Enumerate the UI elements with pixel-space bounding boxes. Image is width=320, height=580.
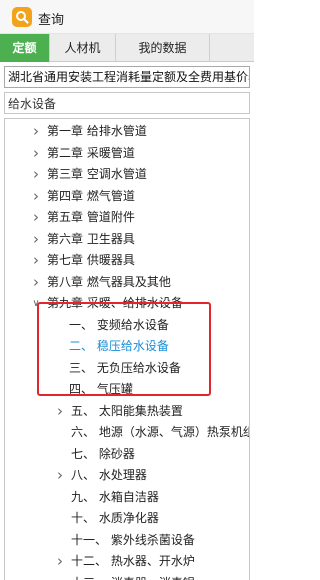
tree-node-label: 六、 地源（水源、气源）热泵机组 [71, 425, 250, 439]
tree-node-label: 第四章 燃气管道 [47, 188, 135, 203]
search-input[interactable] [4, 92, 250, 114]
chapter-tree: › 第一章 给排水管道 › 第二章 采暖管道 › 第三章 空调水管道 › 第四章 燃气管道 › 第… [4, 118, 250, 580]
tree-node[interactable]: › 第六章 卫生器具 [5, 229, 249, 250]
tree-node-label: 四、 气压罐 [69, 382, 133, 396]
chevron-right-icon[interactable]: › [31, 250, 41, 271]
tree-node[interactable]: 六、 地源（水源、气源）热泵机组 [5, 422, 249, 443]
tree-node[interactable]: 十、 水质净化器 [5, 508, 249, 529]
tree-node[interactable]: › 第七章 供暖器具 [5, 250, 249, 271]
tree-node-label: 第五章 管道附件 [47, 210, 135, 224]
tab-labor-material-machine[interactable]: 人材机 [50, 34, 116, 62]
tree-node[interactable]: › 第一章 给排水管道 [5, 121, 249, 142]
tree-node[interactable]: › 第三章 空调水管道 [5, 164, 249, 185]
tree-node[interactable]: › 第二章 采暖管道 [5, 143, 249, 164]
tree-node-label: 第三章 空调水管道 [47, 167, 147, 181]
tree-node-label: 第九章 采暖、给排水设备 [47, 296, 183, 310]
tree-node[interactable]: › 十二、 热水器、开水炉 [5, 551, 249, 572]
chevron-right-icon[interactable]: › [31, 164, 41, 185]
tree-node-label: 第六章 卫生器具 [47, 231, 135, 246]
tab-quota[interactable]: 定额 [0, 34, 50, 62]
chevron-right-icon[interactable]: › [31, 143, 41, 164]
chevron-right-icon[interactable]: › [55, 573, 65, 580]
tree-node[interactable]: ∨ 第九章 采暖、给排水设备 [5, 293, 249, 314]
tree-node-label: 第八章 燃气器具及其他 [47, 274, 171, 289]
tree-node-label: 五、 太阳能集热装置 [71, 403, 183, 418]
tree-node[interactable]: 十一、 紫外线杀菌设备 [5, 530, 249, 551]
tree-node[interactable]: › 第四章 燃气管道 [5, 186, 249, 207]
tree-node[interactable]: 三、 无负压给水设备 [5, 358, 249, 379]
tree-node[interactable]: 一、 变频给水设备 [5, 315, 249, 336]
chevron-right-icon[interactable]: › [31, 121, 41, 142]
tab-bar: 定额 人材机 我的数据 [0, 34, 254, 62]
tree-node[interactable]: › 第八章 燃气器具及其他 [5, 272, 249, 293]
tree-node[interactable]: 九、 水箱自洁器 [5, 487, 249, 508]
tree-node-label: 二、 稳压给水设备 [69, 339, 169, 353]
library-select-value: 湖北省通用安装工程消耗量定额及全费用基价表 [8, 70, 250, 84]
tree-node-label: 第一章 给排水管道 [47, 124, 147, 138]
chevron-right-icon[interactable]: › [31, 207, 41, 228]
chevron-right-icon[interactable]: › [31, 272, 41, 293]
tree-node[interactable]: › 第五章 管道附件 [5, 207, 249, 228]
tree-node-label: 八、 水处理器 [71, 468, 147, 482]
tree-node[interactable]: 二、 稳压给水设备 [5, 336, 249, 357]
title-bar: 查询 [0, 0, 254, 34]
search-icon [12, 7, 32, 27]
tree-node[interactable]: 七、 除砂器 [5, 444, 249, 465]
library-select[interactable]: 湖北省通用安装工程消耗量定额及全费用基价表 [4, 66, 250, 88]
tree-node-label: 十一、 紫外线杀菌设备 [71, 532, 195, 547]
tree-node[interactable]: 四、 气压罐 [5, 379, 249, 400]
tree-node-label: 第七章 供暖器具 [47, 253, 135, 267]
tree-node-label: 一、 变频给水设备 [69, 317, 169, 332]
tree-node-label: 十二、 热水器、开水炉 [71, 554, 195, 568]
tree-node-label: 七、 除砂器 [71, 446, 135, 461]
tree-node-label: 九、 水箱自洁器 [71, 489, 159, 504]
chevron-right-icon[interactable]: › [55, 465, 65, 486]
chevron-right-icon[interactable]: › [31, 186, 41, 207]
tree-node-label: 第二章 采暖管道 [47, 145, 135, 160]
tree-node[interactable]: › 十三、 消毒器、消毒锅 [5, 573, 249, 580]
tree-node-label: 三、 无负压给水设备 [69, 360, 181, 375]
tree-node-label: 十三、 消毒器、消毒锅 [71, 573, 195, 580]
chevron-right-icon[interactable]: › [31, 229, 41, 250]
chevron-right-icon[interactable]: › [55, 551, 65, 572]
tree-node-label: 十、 水质净化器 [71, 511, 159, 525]
chevron-right-icon[interactable]: › [55, 401, 65, 422]
tree-node[interactable]: › 五、 太阳能集热装置 [5, 401, 249, 422]
chevron-down-icon[interactable]: ∨ [31, 293, 41, 314]
window-title: 查询 [38, 13, 65, 28]
tab-my-data[interactable]: 我的数据 [116, 34, 210, 62]
tree-node[interactable]: › 八、 水处理器 [5, 465, 249, 486]
